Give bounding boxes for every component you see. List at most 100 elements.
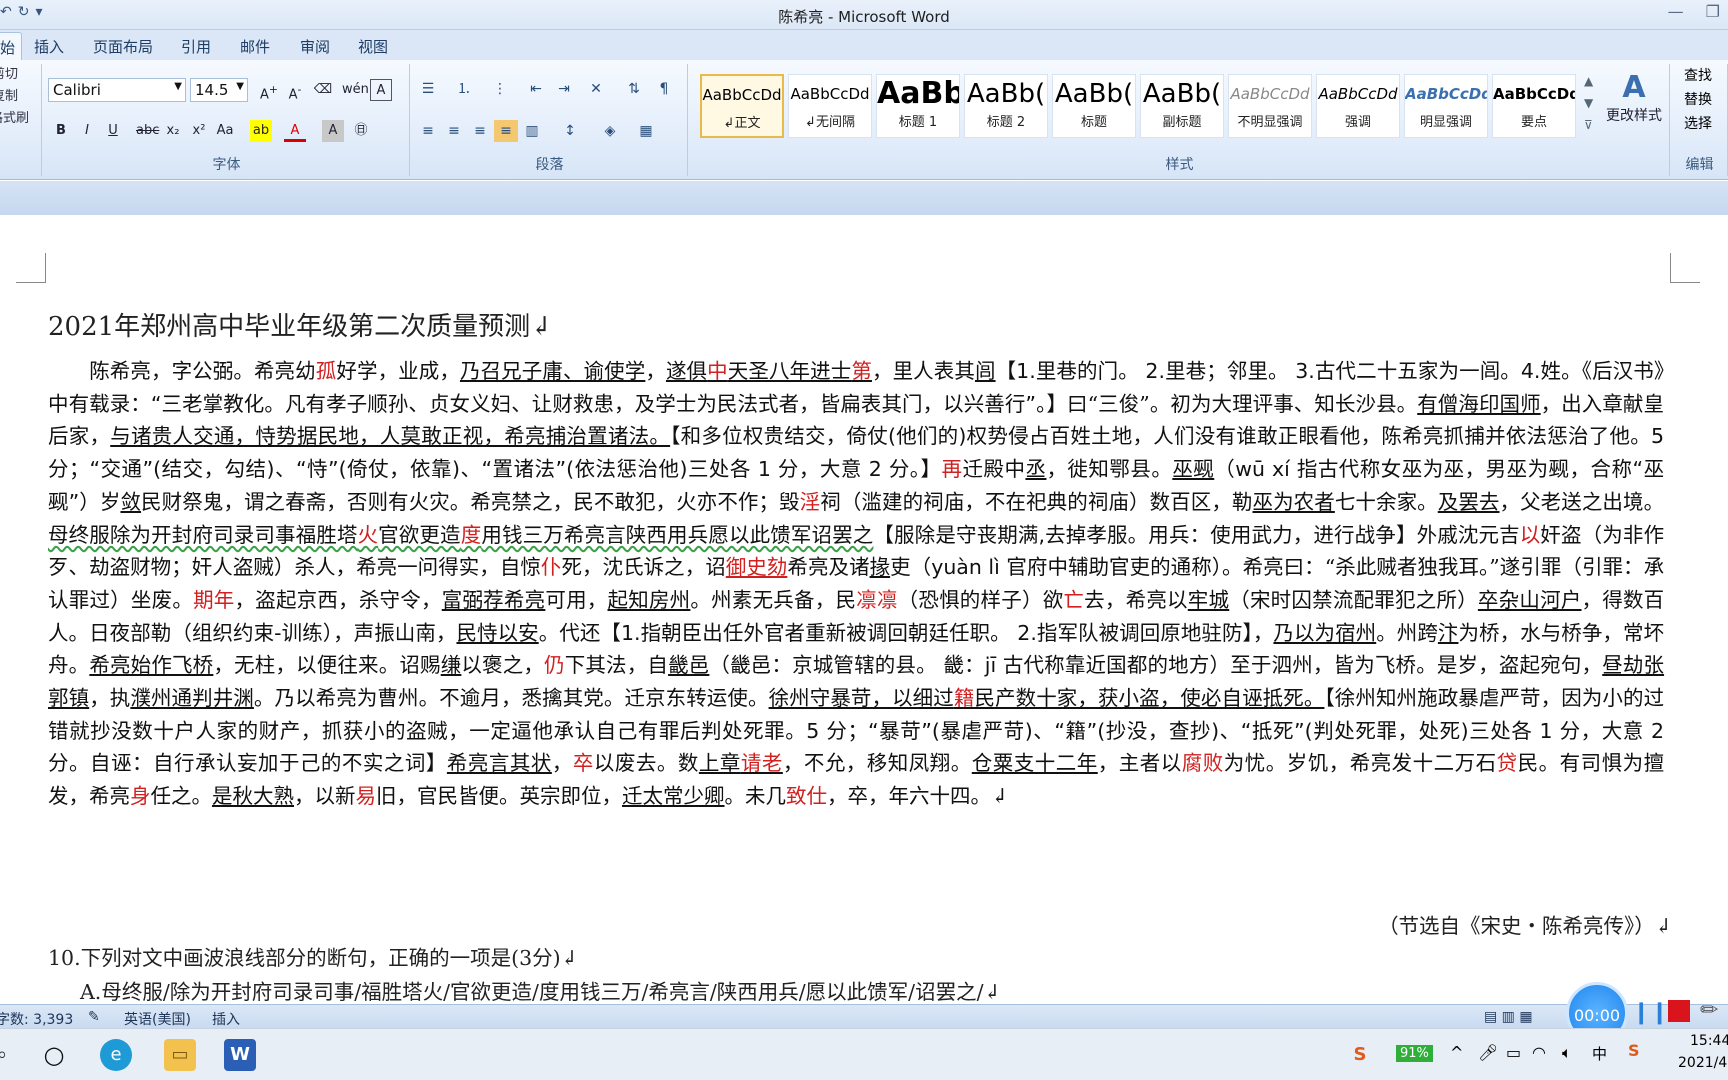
strikethrough-icon[interactable]: abc: [136, 120, 159, 142]
style-name: 标题 1: [898, 115, 938, 130]
style-title[interactable]: AaBb(标题: [1052, 74, 1136, 138]
align-right-icon[interactable]: ≡: [468, 120, 492, 142]
style-sample: AaBb(: [966, 79, 1046, 109]
window-title: 陈希亮 - Microsoft Word: [778, 8, 950, 26]
chevron-down-icon: ▼: [236, 81, 244, 92]
pause-icon[interactable]: ❙❙: [1632, 1000, 1669, 1025]
clock-date[interactable]: 2021/4: [1678, 1055, 1727, 1071]
stop-icon[interactable]: [1668, 1000, 1690, 1022]
align-center-icon[interactable]: ≡: [442, 120, 466, 142]
font-size-select[interactable]: 14.5 ▼: [190, 78, 248, 102]
search-icon[interactable]: ⌕: [0, 1039, 18, 1071]
font-name-select[interactable]: Calibri ▼: [48, 78, 186, 102]
style-heading-1[interactable]: AaBb 标题 1: [876, 74, 960, 138]
style-strong[interactable]: AaBbCcDd 要点: [1492, 74, 1576, 138]
align-left-icon[interactable]: ≡: [416, 120, 440, 142]
ime-indicator[interactable]: 中: [1592, 1043, 1607, 1064]
style-name: 副标题: [1162, 115, 1202, 130]
increase-indent-icon[interactable]: ⇥: [552, 78, 576, 100]
style-intense-emphasis[interactable]: AaBbCcDd 明显强调: [1404, 74, 1488, 138]
microphone-icon[interactable]: 🎤︎: [1478, 1043, 1498, 1062]
pen-icon[interactable]: ✏: [1700, 998, 1718, 1023]
style-normal[interactable]: AaBbCcDd ↲正文: [700, 74, 784, 138]
sort-icon[interactable]: ⇅: [622, 78, 646, 100]
decrease-indent-icon[interactable]: ⇤: [524, 78, 548, 100]
document-page[interactable]: 2021年郑州高中毕业年级第二次质量预测↲ 陈希亮，字公弼。希亮幼孤好学，业成，…: [0, 215, 1728, 1005]
line-spacing-icon[interactable]: ↕: [558, 120, 582, 142]
italic-icon[interactable]: I: [76, 120, 98, 142]
multilevel-list-icon[interactable]: ⋮: [488, 78, 512, 100]
cortana-icon[interactable]: ○: [38, 1039, 70, 1071]
tray-app-icon[interactable]: S: [1344, 1039, 1376, 1071]
superscript-icon[interactable]: x²: [188, 120, 210, 142]
tab-mailings[interactable]: 邮件: [240, 36, 270, 57]
bullets-icon[interactable]: ☰: [416, 78, 440, 100]
styles-group-label: 样式: [1165, 157, 1194, 173]
battery-icon[interactable]: ▭: [1506, 1043, 1521, 1062]
more-styles-icon[interactable]: ⊽: [1584, 118, 1593, 132]
char-shading-icon[interactable]: A: [322, 120, 344, 142]
style-name: ↲正文: [723, 116, 761, 131]
style-sample: AaBbCcDd: [1230, 85, 1310, 103]
char-border-icon[interactable]: A: [370, 79, 392, 101]
change-styles-button[interactable]: A 更改样式: [1602, 70, 1666, 125]
style-name: 标题 2: [986, 115, 1026, 130]
browser-icon[interactable]: e: [100, 1039, 132, 1071]
justify-icon[interactable]: ≡: [494, 120, 518, 142]
clock-time[interactable]: 15:44: [1690, 1033, 1728, 1049]
chevron-up-icon[interactable]: ^: [1450, 1043, 1463, 1062]
show-marks-icon[interactable]: ¶: [652, 78, 676, 100]
file-explorer-icon[interactable]: ▭: [164, 1039, 196, 1071]
word-count[interactable]: 字数: 3,393: [0, 1009, 73, 1029]
style-heading-2[interactable]: AaBb( 标题 2: [964, 74, 1048, 138]
font-color-icon[interactable]: A: [284, 120, 306, 142]
language-indicator[interactable]: 英语(美国): [124, 1009, 191, 1029]
shrink-font-icon[interactable]: A-: [284, 79, 306, 102]
bold-icon[interactable]: B: [50, 120, 72, 142]
spellcheck-icon[interactable]: ✎: [88, 1009, 100, 1025]
tab-home[interactable]: 开始: [0, 32, 23, 60]
tab-references[interactable]: 引用: [181, 36, 211, 57]
borders-icon[interactable]: ▦: [634, 120, 658, 142]
scroll-up-icon[interactable]: ▲: [1584, 74, 1593, 88]
tab-review[interactable]: 审阅: [300, 36, 330, 57]
change-case-icon[interactable]: Aa: [214, 120, 236, 142]
distributed-icon[interactable]: ▥: [520, 120, 544, 142]
wifi-icon[interactable]: ◠: [1532, 1043, 1546, 1062]
underline-icon[interactable]: U: [102, 120, 124, 142]
font-group: Calibri ▼ 14.5 ▼ A+ A- ⌫ wén A B I U abc x…: [44, 64, 410, 176]
highlight-icon[interactable]: ab: [250, 120, 272, 142]
style-subtle-emphasis[interactable]: AaBbCcDd 不明显强调: [1228, 74, 1312, 138]
word-app-icon[interactable]: W: [224, 1039, 256, 1071]
tab-insert[interactable]: 插入: [34, 36, 64, 57]
phonetic-guide-icon[interactable]: wén: [342, 79, 369, 101]
find-button[interactable]: 查找: [1672, 64, 1727, 88]
format-painter-button[interactable]: 格式刷: [0, 108, 41, 130]
shading-icon[interactable]: ◈: [598, 120, 622, 142]
tab-page-layout[interactable]: 页面布局: [93, 36, 153, 57]
question-10: 10.下列对文中画波浪线部分的断句，正确的一项是(3分)↲: [48, 946, 578, 970]
tab-view[interactable]: 视图: [358, 36, 388, 57]
style-no-spacing[interactable]: AaBbCcDd ↲无间隔: [788, 74, 872, 138]
clear-format-icon[interactable]: ⌫: [312, 79, 334, 101]
style-emphasis[interactable]: AaBbCcDd 强调: [1316, 74, 1400, 138]
volume-icon[interactable]: 🔈︎: [1562, 1043, 1572, 1063]
asian-layout-icon[interactable]: ✕: [584, 78, 608, 100]
select-button[interactable]: 选择: [1672, 112, 1727, 136]
cut-button[interactable]: 剪切: [0, 64, 41, 86]
copy-button[interactable]: 复制: [0, 86, 41, 108]
restore-icon[interactable]: ❐: [1706, 2, 1720, 21]
replace-button[interactable]: 替换: [1672, 88, 1727, 112]
scroll-down-icon[interactable]: ▼: [1584, 96, 1593, 110]
grow-font-icon[interactable]: A+: [258, 79, 280, 102]
enclose-char-icon[interactable]: ㊐: [350, 120, 372, 142]
view-buttons-icon[interactable]: ▤ ▥ ▦: [1484, 1009, 1533, 1025]
document-gutter: [0, 181, 1728, 215]
style-subtitle[interactable]: AaBb(副标题: [1140, 74, 1224, 138]
minimize-icon[interactable]: —: [1668, 2, 1684, 21]
subscript-icon[interactable]: x₂: [162, 120, 184, 142]
numbering-icon[interactable]: ⒈: [452, 78, 476, 100]
insert-mode[interactable]: 插入: [212, 1009, 240, 1029]
ime-app-icon[interactable]: S: [1628, 1041, 1640, 1060]
battery-badge[interactable]: 91%: [1396, 1045, 1433, 1062]
